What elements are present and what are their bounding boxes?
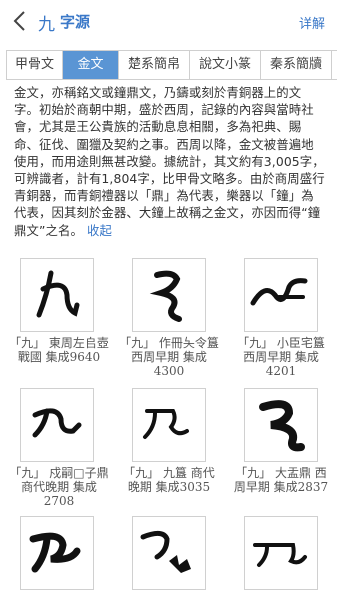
glyph-caption: 「九」 作冊夨令簋 西周早期 集成4300 (119, 336, 219, 378)
page-title: 字源 (60, 13, 91, 31)
description-text: 金文，亦稱銘文或鐘鼎文，乃鑄或刻於青銅器上的文字。初始於商朝中期，盛於西周，記錄… (14, 85, 325, 238)
jiu-glyph-9-icon (253, 543, 307, 567)
tab-bronze[interactable]: 金文 (63, 51, 119, 79)
glyph-card[interactable] (244, 388, 318, 462)
jiu-glyph-3-icon (250, 278, 308, 306)
glyph-caption: 「九」 九簋 商代晚期 集成3035 (123, 466, 215, 494)
back-arrow-icon[interactable] (10, 9, 32, 33)
glyph-caption: 「九」 戍嗣□子鼎 商代晚期 集成2708 (9, 466, 109, 508)
glyph-card[interactable] (20, 258, 94, 332)
glyph-card[interactable] (20, 516, 94, 590)
tab-shuowen-seal[interactable]: 說文小篆 (190, 51, 261, 79)
glyph-caption: 「九」 小臣宅簋 西周早期 集成4201 (237, 336, 325, 378)
glyph-card[interactable] (132, 258, 206, 332)
script-tabs: 甲骨文 金文 楚系簡帛 說文小篆 秦系簡牘 (6, 50, 337, 80)
jiu-glyph-1-icon (36, 270, 80, 318)
glyph-card[interactable] (244, 516, 318, 590)
glyph-card[interactable] (20, 388, 94, 462)
glyph-card[interactable] (132, 516, 206, 590)
collapse-link[interactable]: 收起 (87, 223, 112, 238)
glyph-caption: 「九」 大盂鼎 西周早期 集成2837 (233, 466, 329, 494)
glyph-card[interactable] (244, 258, 318, 332)
glyph-card[interactable] (132, 388, 206, 462)
jiu-glyph-5-icon (143, 409, 189, 439)
jiu-glyph-8-icon (140, 531, 191, 573)
glyph-caption: 「九」 東周左𠂤壺 戰國 集成9640 (9, 336, 109, 364)
tab-qin-bamboo[interactable]: 秦系簡牘 (261, 51, 332, 79)
tab-chu-bamboo[interactable]: 楚系簡帛 (119, 51, 190, 79)
script-description: 金文，亦稱銘文或鐘鼎文，乃鑄或刻於青銅器上的文字。初始於商朝中期，盛於西周，記錄… (14, 84, 326, 239)
jiu-glyph-4-icon (32, 408, 82, 438)
jiu-glyph-7-icon (29, 532, 81, 573)
tab-oracle-bone[interactable]: 甲骨文 (7, 51, 63, 79)
detail-link[interactable]: 详解 (299, 13, 325, 32)
header-bar: 九 字源 详解 (0, 0, 337, 44)
title-character: 九 (38, 15, 55, 35)
jiu-glyph-6-icon (259, 400, 305, 452)
jiu-glyph-2-icon (149, 270, 182, 322)
